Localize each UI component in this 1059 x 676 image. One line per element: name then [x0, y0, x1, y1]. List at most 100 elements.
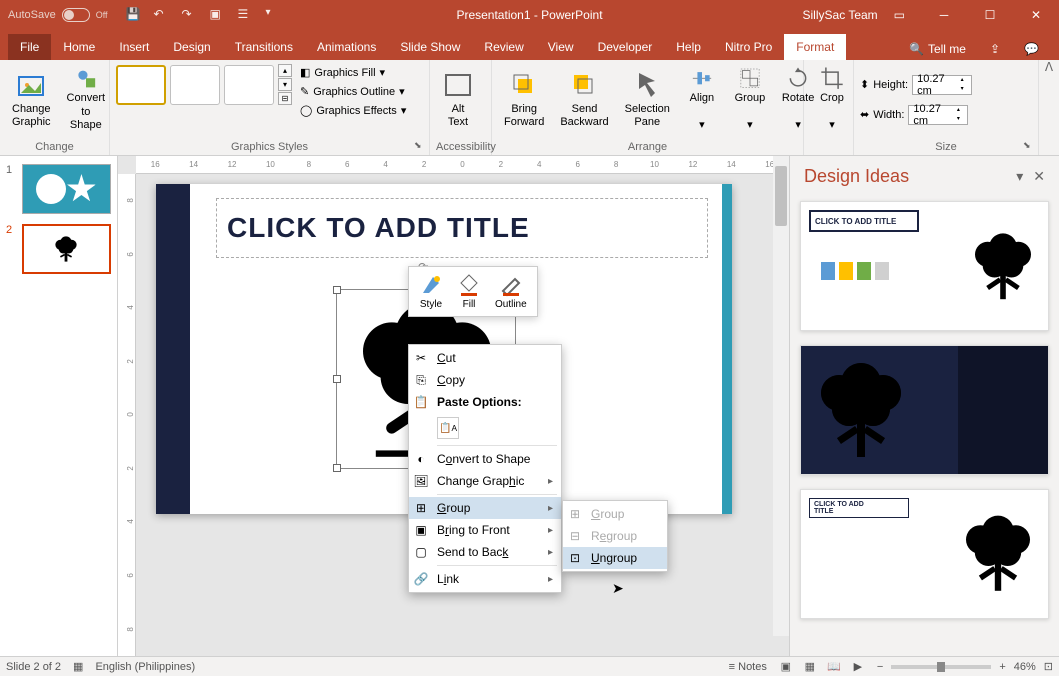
tab-review[interactable]: Review	[472, 34, 535, 60]
tab-transitions[interactable]: Transitions	[223, 34, 305, 60]
menu-cut[interactable]: ✂Cut	[409, 347, 561, 369]
menu-link[interactable]: 🔗Link▸	[409, 568, 561, 590]
crop-button[interactable]: Crop▾	[810, 64, 854, 134]
tab-developer[interactable]: Developer	[586, 34, 665, 60]
horizontal-ruler: 1614121086420246810121416	[136, 156, 789, 174]
fit-to-window-icon[interactable]: ⊡	[1044, 660, 1053, 673]
menu-send-to-back[interactable]: ▢Send to Back▸	[409, 541, 561, 563]
slide-editor[interactable]: 1614121086420246810121416 864202468 CLIC…	[118, 156, 789, 656]
height-input[interactable]: 10.27 cm▴▾	[912, 75, 972, 95]
bring-forward-button[interactable]: Bring Forward	[498, 64, 550, 134]
graphics-styles-gallery[interactable]: ▴ ▾ ⊟	[116, 64, 292, 105]
undo-icon[interactable]: ↶	[154, 7, 170, 23]
slideshow-view-icon[interactable]: ▶	[847, 659, 869, 675]
submenu-ungroup[interactable]: ⊡Ungroup	[563, 547, 667, 569]
maximize-button[interactable]: ☐	[967, 0, 1013, 30]
share-button[interactable]: ⇪	[982, 38, 1008, 60]
slide-number-2: 2	[6, 224, 16, 274]
zoom-out-icon[interactable]: −	[877, 661, 883, 673]
style-thumb-3[interactable]	[224, 65, 274, 105]
change-graphic-button[interactable]: Change Graphic	[6, 64, 57, 134]
graphics-outline-button[interactable]: ✎Graphics Outline ▾	[296, 83, 410, 100]
design-idea-1[interactable]: CLICK TO ADD TITLE	[800, 201, 1049, 331]
list-icon[interactable]: ☰	[238, 7, 254, 23]
autosave-switch-icon[interactable]	[62, 8, 90, 22]
tab-slideshow[interactable]: Slide Show	[388, 34, 472, 60]
reading-view-icon[interactable]: 📖	[823, 659, 845, 675]
tab-home[interactable]: Home	[51, 34, 107, 60]
mini-fill-button[interactable]: Fill	[451, 271, 487, 312]
style-thumb-2[interactable]	[170, 65, 220, 105]
close-button[interactable]: ✕	[1013, 0, 1059, 30]
align-button[interactable]: Align▾	[680, 64, 724, 134]
graphics-fill-button[interactable]: ◧Graphics Fill ▾	[296, 64, 410, 81]
group-button[interactable]: Group▾	[728, 64, 772, 134]
user-name[interactable]: SillySac Team	[803, 8, 878, 22]
send-backward-button[interactable]: Send Backward	[554, 64, 614, 134]
size-dialog-launcher[interactable]: ⬊	[1023, 140, 1035, 152]
mini-outline-button[interactable]: Outline	[489, 271, 533, 312]
normal-view-icon[interactable]: ▣	[775, 659, 797, 675]
title-placeholder[interactable]: CLICK TO ADD TITLE	[216, 198, 708, 258]
qat-customize-icon[interactable]: ▾	[266, 7, 282, 23]
tab-design[interactable]: Design	[161, 34, 222, 60]
design-idea-2[interactable]: CLICK TO ADD TITLE	[800, 345, 1049, 475]
zoom-slider[interactable]	[891, 665, 991, 669]
slide-counter[interactable]: Slide 2 of 2	[6, 661, 61, 673]
autosave-toggle[interactable]: AutoSave Off	[8, 8, 108, 22]
notes-button[interactable]: ≡ Notes	[729, 661, 767, 673]
gallery-up-icon[interactable]: ▴	[278, 64, 292, 77]
graphics-effects-button[interactable]: ◯Graphics Effects ▾	[296, 102, 410, 119]
pane-close-icon[interactable]: ✕	[1033, 168, 1045, 185]
tab-nitro[interactable]: Nitro Pro	[713, 34, 784, 60]
style-thumb-1[interactable]	[116, 65, 166, 105]
menu-change-graphic[interactable]: 🖼Change Graphic▸	[409, 470, 561, 492]
tab-animations[interactable]: Animations	[305, 34, 388, 60]
resize-handle[interactable]	[333, 375, 341, 383]
redo-icon[interactable]: ↷	[182, 7, 198, 23]
menu-bring-to-front[interactable]: ▣Bring to Front▸	[409, 519, 561, 541]
save-icon[interactable]: 💾	[126, 7, 142, 23]
slide-thumb-1[interactable]	[22, 164, 111, 214]
resize-handle[interactable]	[333, 464, 341, 472]
convert-to-shape-button[interactable]: Convert to Shape	[61, 64, 112, 134]
comments-button[interactable]: 💬	[1016, 38, 1047, 60]
start-from-beginning-icon[interactable]: ▣	[210, 7, 226, 23]
selection-pane-button[interactable]: Selection Pane	[619, 64, 676, 134]
tab-file[interactable]: File	[8, 34, 51, 60]
group-styles-label: Graphics Styles	[116, 139, 423, 153]
mini-style-button[interactable]: Style	[413, 271, 449, 312]
mini-style-label: Style	[420, 299, 442, 310]
width-input[interactable]: 10.27 cm▴▾	[908, 105, 968, 125]
menu-convert-to-shape[interactable]: ◐Convert to Shape	[409, 448, 561, 470]
design-idea-3[interactable]: CLICK TO ADDTITLE	[800, 489, 1049, 619]
slide-sorter-icon[interactable]: ▦	[799, 659, 821, 675]
collapse-ribbon-icon[interactable]: ᐱ	[1039, 60, 1059, 155]
styles-dialog-launcher[interactable]: ⬊	[414, 140, 426, 152]
tab-help[interactable]: Help	[664, 34, 713, 60]
gallery-down-icon[interactable]: ▾	[278, 78, 292, 91]
slide-thumb-2[interactable]	[22, 224, 111, 274]
user-avatar-icon[interactable]: ▭	[894, 8, 905, 22]
menu-copy[interactable]: ⎘Copy	[409, 369, 561, 391]
language-status[interactable]: English (Philippines)	[95, 661, 195, 673]
link-icon: 🔗	[413, 571, 429, 587]
group-icon: ⊞	[413, 500, 429, 516]
zoom-level[interactable]: 46%	[1014, 661, 1036, 673]
tell-me-search[interactable]: 🔍Tell me	[901, 38, 974, 60]
minimize-button[interactable]: ─	[921, 0, 967, 30]
pane-options-icon[interactable]: ▾	[1016, 168, 1023, 185]
tab-format[interactable]: Format	[784, 34, 846, 60]
menu-group[interactable]: ⊞Group▸	[409, 497, 561, 519]
alt-text-button[interactable]: Alt Text	[436, 64, 480, 134]
paste-option-picture[interactable]: 📋A	[437, 417, 459, 439]
ribbon: Change Graphic Convert to Shape Change ▴…	[0, 60, 1059, 156]
design-ideas-list[interactable]: CLICK TO ADD TITLE CLICK TO ADD TITLE CL…	[790, 197, 1059, 656]
accessibility-icon[interactable]: ▦	[73, 660, 83, 673]
vertical-scrollbar[interactable]	[773, 156, 789, 636]
resize-handle[interactable]	[333, 286, 341, 294]
tab-insert[interactable]: Insert	[107, 34, 161, 60]
gallery-more-icon[interactable]: ⊟	[278, 92, 292, 105]
tab-view[interactable]: View	[536, 34, 586, 60]
zoom-in-icon[interactable]: +	[999, 661, 1005, 673]
